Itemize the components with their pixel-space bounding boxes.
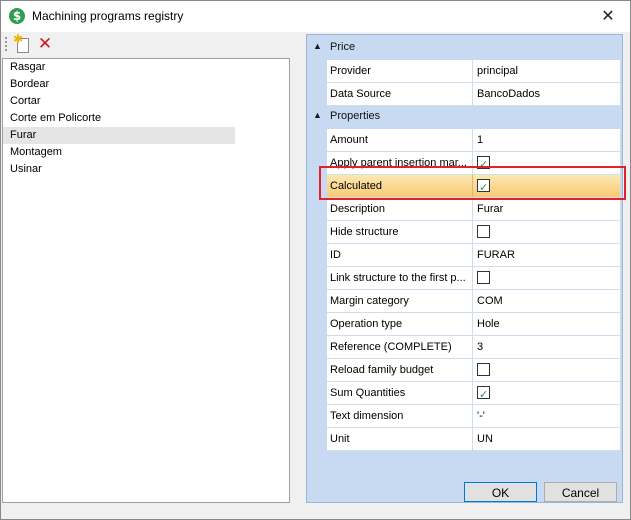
property-grid: ▲ Price Provider principal Data Source BancoD… (306, 34, 623, 503)
property-row[interactable]: Amount 1 (327, 129, 620, 152)
category-price[interactable]: ▲ Price (307, 37, 620, 58)
checkbox-checked[interactable] (477, 154, 490, 176)
property-name: Data Source (327, 83, 473, 105)
splitter[interactable] (291, 32, 306, 502)
property-row[interactable]: Margin category COM (327, 290, 620, 313)
property-name: Link structure to the first p... (327, 267, 473, 289)
property-name: Sum Quantities (327, 382, 473, 404)
property-value[interactable] (473, 175, 620, 199)
property-value[interactable] (473, 382, 620, 406)
property-row[interactable]: Hide structure (327, 221, 620, 244)
property-row[interactable]: Provider principal (327, 60, 620, 83)
property-name: ID (327, 244, 473, 266)
category-label: Properties (330, 110, 381, 122)
dollar-icon: $ (9, 8, 25, 24)
property-name: Amount (327, 129, 473, 151)
property-value[interactable]: 1 (473, 129, 620, 151)
category-label: Price (330, 41, 356, 53)
property-row[interactable]: Sum Quantities (327, 382, 620, 406)
property-value[interactable]: Hole (473, 313, 620, 335)
list-item[interactable]: Furar (3, 127, 235, 144)
property-name: Description (327, 198, 473, 220)
property-value[interactable] (473, 221, 620, 243)
ok-button[interactable]: OK (464, 482, 537, 502)
checkbox-unchecked[interactable] (477, 363, 490, 376)
property-value[interactable]: BancoDados (473, 83, 620, 105)
property-name: Provider (327, 60, 473, 82)
property-name: Calculated (327, 175, 473, 197)
property-value[interactable]: principal (473, 60, 620, 82)
toolbar-grip[interactable] (5, 37, 9, 51)
property-row[interactable]: Reload family budget (327, 359, 620, 382)
list-item[interactable]: Montagem (3, 144, 235, 161)
property-row[interactable]: ID FURAR (327, 244, 620, 267)
property-value[interactable]: 3 (473, 336, 620, 358)
close-button[interactable]: ✕ (586, 1, 630, 32)
list-item[interactable]: Cortar (3, 93, 235, 110)
property-row[interactable]: Description Furar (327, 198, 620, 221)
list-item[interactable]: Usinar (3, 161, 235, 178)
chevron-up-icon[interactable]: ▲ (313, 41, 322, 51)
property-name: Hide structure (327, 221, 473, 243)
property-value[interactable]: COM (473, 290, 620, 312)
property-value[interactable] (473, 152, 620, 176)
property-row[interactable]: Operation type Hole (327, 313, 620, 336)
property-value[interactable] (473, 267, 620, 289)
property-value[interactable]: FURAR (473, 244, 620, 266)
chevron-up-icon[interactable]: ▲ (313, 110, 322, 120)
dialog-window: $ Machining programs registry ✕ ✱ ✕ Rasg… (0, 0, 631, 520)
list-item[interactable]: Corte em Policorte (3, 110, 235, 127)
property-value[interactable]: Furar (473, 198, 620, 220)
category-properties[interactable]: ▲ Properties (307, 106, 620, 127)
title-bar: $ Machining programs registry ✕ (1, 1, 630, 32)
property-value[interactable]: UN (473, 428, 620, 450)
property-row[interactable]: Unit UN (327, 428, 620, 451)
new-document-icon[interactable]: ✱ (13, 32, 31, 53)
toolbar: ✱ ✕ (2, 32, 288, 56)
property-row[interactable]: Reference (COMPLETE) 3 (327, 336, 620, 359)
property-name: Reload family budget (327, 359, 473, 381)
property-name: Operation type (327, 313, 473, 335)
property-name: Unit (327, 428, 473, 450)
property-value[interactable]: '-' (473, 405, 620, 427)
cancel-button[interactable]: Cancel (544, 482, 617, 502)
property-row[interactable]: Calculated (327, 175, 620, 199)
property-row[interactable]: Link structure to the first p... (327, 267, 620, 290)
checkbox-unchecked[interactable] (477, 225, 490, 238)
checkbox-unchecked[interactable] (477, 271, 490, 284)
programs-list[interactable]: Rasgar Bordear Cortar Corte em Policorte Fur… (2, 58, 290, 503)
property-value[interactable] (473, 359, 620, 381)
list-item[interactable]: Bordear (3, 76, 235, 93)
delete-icon[interactable]: ✕ (36, 35, 54, 53)
list-item[interactable]: Rasgar (3, 59, 235, 76)
property-row[interactable]: Apply parent insertion mar... (327, 152, 620, 176)
property-name: Reference (COMPLETE) (327, 336, 473, 358)
checkbox-checked[interactable] (477, 177, 490, 199)
property-name: Text dimension (327, 405, 473, 427)
property-name: Margin category (327, 290, 473, 312)
property-name: Apply parent insertion mar... (327, 152, 473, 174)
checkbox-checked[interactable] (477, 384, 490, 406)
property-row[interactable]: Text dimension '-' (327, 405, 620, 428)
window-title: Machining programs registry (32, 9, 184, 23)
property-row[interactable]: Data Source BancoDados (327, 83, 620, 106)
